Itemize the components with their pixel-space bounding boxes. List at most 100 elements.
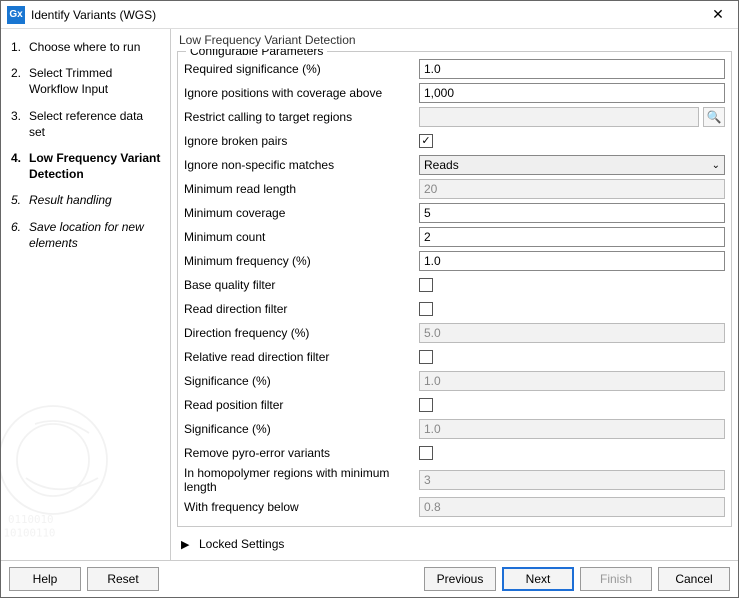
param-control [419, 83, 725, 103]
locked-settings-toggle[interactable]: ▶ Locked Settings [171, 529, 738, 559]
fieldset-legend: Configurable Parameters [186, 49, 327, 58]
param-control [419, 302, 725, 316]
ignore_non_specific-select[interactable]: Reads⌄ [419, 155, 725, 175]
close-icon[interactable]: ✕ [704, 5, 732, 25]
param-control [419, 398, 725, 412]
step-label: Select Trimmed Workflow Input [29, 65, 162, 97]
wizard-step[interactable]: 2.Select Trimmed Workflow Input [11, 65, 162, 97]
step-number: 4. [11, 150, 29, 166]
read_position_filter-checkbox[interactable] [419, 398, 433, 412]
param-control [419, 470, 725, 490]
page-title: Low Frequency Variant Detection [171, 29, 738, 49]
param-control: Reads⌄ [419, 155, 725, 175]
required_significance-input[interactable] [419, 59, 725, 79]
param-label: Direction frequency (%) [184, 326, 419, 340]
titlebar: Gx Identify Variants (WGS) ✕ [1, 1, 738, 29]
help-button[interactable]: Help [9, 567, 81, 591]
step-number: 1. [11, 39, 29, 55]
dialog-window: Gx Identify Variants (WGS) ✕ 1.Choose wh… [0, 0, 739, 598]
param-control [419, 419, 725, 439]
configurable-parameters-fieldset: Configurable Parameters Required signifi… [177, 51, 732, 527]
step-number: 5. [11, 192, 29, 208]
ignore_broken_pairs-checkbox[interactable]: ✓ [419, 134, 433, 148]
restrict_target-field [419, 107, 699, 127]
svg-text:10100110: 10100110 [4, 527, 56, 540]
step-label: Select reference data set [29, 108, 162, 140]
param-label: Relative read direction filter [184, 350, 419, 364]
param-label: In homopolymer regions with minimum leng… [184, 466, 419, 494]
param-row-significance_2: Significance (%) [184, 418, 725, 440]
param-control [419, 323, 725, 343]
wizard-step[interactable]: 1.Choose where to run [11, 39, 162, 55]
param-row-read_position_filter: Read position filter [184, 394, 725, 416]
param-row-ignore_non_specific: Ignore non-specific matchesReads⌄ [184, 154, 725, 176]
read_direction_filter-checkbox[interactable] [419, 302, 433, 316]
remove_pyro-checkbox[interactable] [419, 446, 433, 460]
relative_read_direction_filter-checkbox[interactable] [419, 350, 433, 364]
param-label: Remove pyro-error variants [184, 446, 419, 460]
param-row-min_coverage: Minimum coverage [184, 202, 725, 224]
param-row-remove_pyro: Remove pyro-error variants [184, 442, 725, 464]
min_frequency-input[interactable] [419, 251, 725, 271]
wizard-sidebar: 1.Choose where to run 2.Select Trimmed Wo… [1, 29, 171, 560]
param-label: Ignore broken pairs [184, 134, 419, 148]
significance_2-input [419, 419, 725, 439]
significance_1-input [419, 371, 725, 391]
param-label: Minimum count [184, 230, 419, 244]
param-control [419, 371, 725, 391]
param-label: Significance (%) [184, 422, 419, 436]
param-row-freq_below: With frequency below [184, 496, 725, 518]
param-row-ignore_broken_pairs: Ignore broken pairs✓ [184, 130, 725, 152]
previous-button[interactable]: Previous [424, 567, 496, 591]
param-control [419, 251, 725, 271]
step-label: Low Frequency Variant Detection [29, 150, 162, 182]
param-control: ✓ [419, 134, 725, 148]
param-control [419, 227, 725, 247]
dialog-body: 1.Choose where to run 2.Select Trimmed Wo… [1, 29, 738, 560]
base_quality_filter-checkbox[interactable] [419, 278, 433, 292]
param-control [419, 59, 725, 79]
wizard-step[interactable]: 3.Select reference data set [11, 108, 162, 140]
restrict_target-browse-button[interactable]: 🔍 [703, 107, 725, 127]
ignore_cov_above-input[interactable] [419, 83, 725, 103]
wizard-step[interactable]: 4.Low Frequency Variant Detection [11, 150, 162, 182]
param-label: Base quality filter [184, 278, 419, 292]
chevron-down-icon: ⌄ [712, 160, 720, 171]
min_coverage-input[interactable] [419, 203, 725, 223]
chevron-right-icon: ▶ [181, 538, 199, 551]
window-title: Identify Variants (WGS) [31, 8, 704, 22]
param-label: Ignore non-specific matches [184, 158, 419, 172]
param-control [419, 278, 725, 292]
param-label: Minimum coverage [184, 206, 419, 220]
param-row-base_quality_filter: Base quality filter [184, 274, 725, 296]
param-label: Significance (%) [184, 374, 419, 388]
reset-button[interactable]: Reset [87, 567, 159, 591]
locked-settings-label: Locked Settings [199, 537, 284, 551]
min_read_length-input [419, 179, 725, 199]
step-number: 3. [11, 108, 29, 124]
wizard-steps: 1.Choose where to run 2.Select Trimmed Wo… [11, 39, 162, 251]
homopolymer_min_len-input [419, 470, 725, 490]
main-panel: Low Frequency Variant Detection Configur… [171, 29, 738, 560]
min_count-input[interactable] [419, 227, 725, 247]
wizard-step[interactable]: 6.Save location for new elements [11, 219, 162, 251]
param-label: Read direction filter [184, 302, 419, 316]
svg-text:0110010: 0110010 [8, 513, 53, 526]
step-number: 6. [11, 219, 29, 235]
param-row-required_significance: Required significance (%) [184, 58, 725, 80]
step-label: Choose where to run [29, 39, 140, 55]
param-label: Minimum read length [184, 182, 419, 196]
param-label: With frequency below [184, 500, 419, 514]
watermark-icon: 0110010 10100110 [1, 370, 161, 550]
direction_frequency-input [419, 323, 725, 343]
next-button[interactable]: Next [502, 567, 574, 591]
app-icon: Gx [7, 6, 25, 24]
param-row-ignore_cov_above: Ignore positions with coverage above [184, 82, 725, 104]
wizard-step[interactable]: 5.Result handling [11, 192, 162, 208]
param-label: Minimum frequency (%) [184, 254, 419, 268]
param-row-min_count: Minimum count [184, 226, 725, 248]
param-label: Read position filter [184, 398, 419, 412]
param-row-read_direction_filter: Read direction filter [184, 298, 725, 320]
param-label: Restrict calling to target regions [184, 110, 419, 124]
cancel-button[interactable]: Cancel [658, 567, 730, 591]
